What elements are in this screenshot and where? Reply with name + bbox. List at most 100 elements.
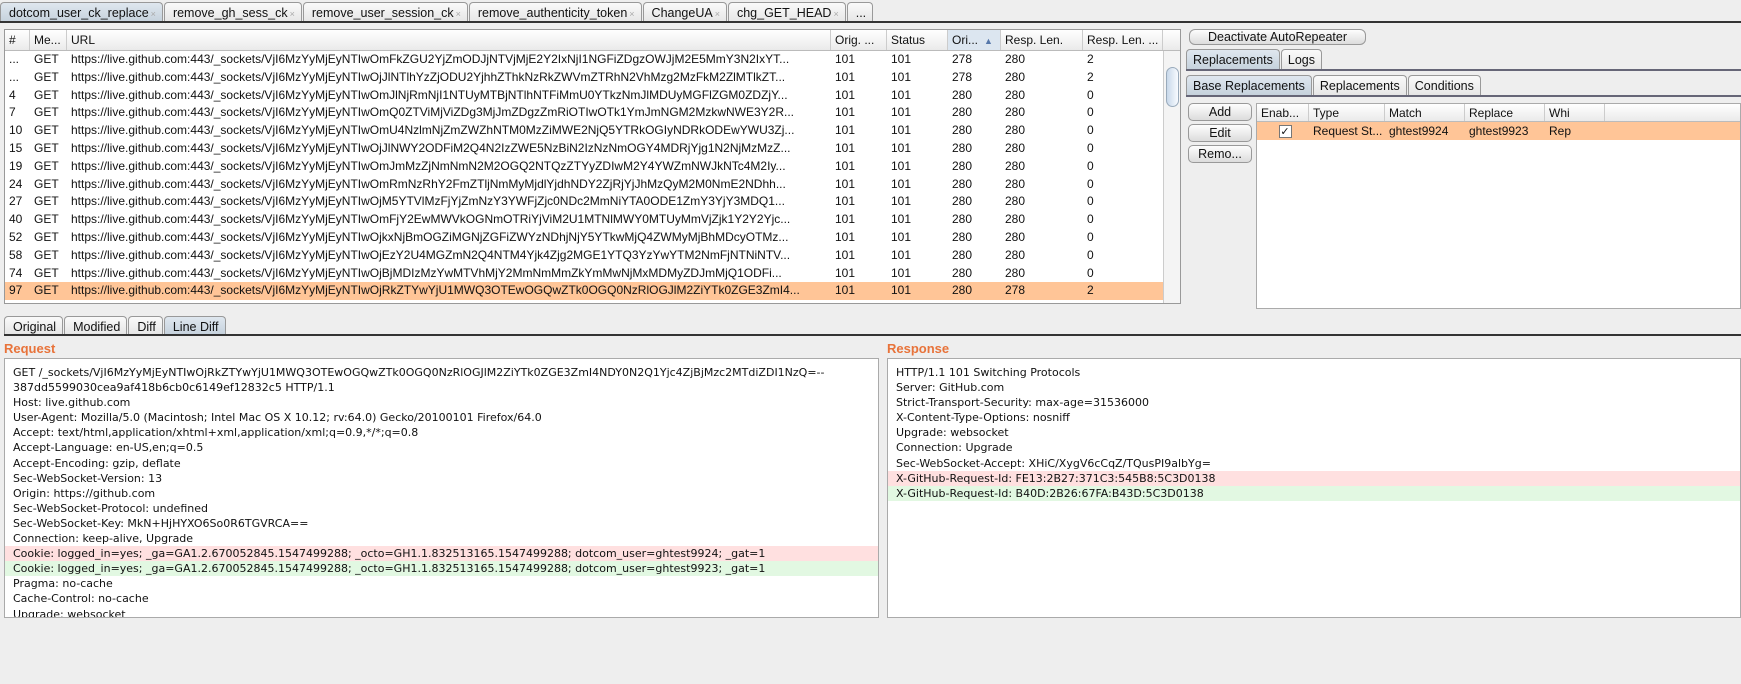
table-row[interactable]: 58 GET https://live.github.com:443/_socket… — [5, 247, 1180, 265]
column-header[interactable]: Orig. ... — [831, 30, 887, 50]
table-cell: 280 — [952, 247, 973, 262]
column-header-label: Ori... — [952, 33, 978, 47]
response-diff-pane[interactable]: HTTP/1.1 101 Switching Protocols Server: … — [887, 358, 1741, 618]
column-header[interactable]: Resp. Len. — [1001, 30, 1083, 50]
column-header[interactable]: Resp. Len. ... — [1083, 30, 1163, 50]
table-row[interactable]: 4 GET https://live.github.com:443/_sockets… — [5, 87, 1180, 105]
table-cell: https://live.github.com:443/_sockets/VjI… — [71, 229, 789, 244]
column-header[interactable]: Me... — [30, 30, 67, 50]
column-header[interactable]: Whi — [1545, 104, 1605, 121]
table-cell: GET — [34, 212, 59, 227]
table-cell: 280 — [948, 300, 1001, 303]
close-tab-icon[interactable]: × — [290, 9, 295, 19]
subtab-replacements[interactable]: Replacements — [1312, 75, 1407, 95]
request-line: Sec-WebSocket-Version: 13 — [13, 471, 163, 485]
tab-2[interactable]: remove_user_session_ck × — [302, 2, 468, 21]
tab-5[interactable]: chg_GET_HEAD × — [727, 2, 846, 21]
close-tab-icon[interactable]: × — [833, 9, 838, 19]
scrollbar-thumb[interactable] — [1166, 67, 1179, 107]
add-button[interactable]: Add — [1188, 103, 1252, 121]
table-row[interactable]: 27 GET https://live.github.com:443/_socket… — [5, 193, 1180, 211]
deactivate-autorepeater-button[interactable]: Deactivate AutoRepeater — [1189, 29, 1366, 45]
table-cell: 101 — [835, 69, 856, 84]
request-line: Accept-Encoding: gzip, deflate — [13, 456, 181, 470]
column-header[interactable]: Type — [1309, 104, 1385, 121]
tab-label: chg_GET_HEAD — [736, 6, 832, 20]
column-header[interactable]: Enab... — [1257, 104, 1309, 121]
replacement-which: Rep — [1549, 124, 1572, 138]
request-line: Pragma: no-cache — [13, 577, 113, 591]
tab-0[interactable]: dotcom_user_ck_replace × — [0, 2, 163, 21]
edit-button[interactable]: Edit — [1188, 124, 1252, 142]
close-tab-icon[interactable]: × — [151, 9, 156, 19]
table-cell: 280 — [1005, 69, 1026, 84]
column-header-label: URL — [71, 33, 96, 47]
table-cell: 280 — [952, 283, 973, 298]
table-row[interactable]: 10 GET https://live.github.com:443/_socket… — [5, 122, 1180, 140]
table-cell: 101 — [835, 265, 856, 280]
tab-4[interactable]: ChangeUA × — [642, 2, 727, 21]
table-row[interactable]: 15 GET https://live.github.com:443/_socket… — [5, 140, 1180, 158]
table-cell: GET — [34, 105, 59, 120]
tab-modified[interactable]: Modified — [64, 316, 128, 334]
tab-original[interactable]: Original — [4, 316, 64, 334]
column-header-label: Me... — [34, 33, 61, 47]
request-line: 387dd5599030cea9af418b6cb0c6149ef12832c5… — [13, 381, 335, 395]
table-cell: 101 — [835, 140, 856, 155]
close-tab-icon[interactable]: × — [629, 9, 634, 19]
table-cell: ... — [9, 69, 20, 84]
table-row[interactable]: 19 GET https://live.github.com:443/_socket… — [5, 158, 1180, 176]
tab-6[interactable]: ... — [846, 2, 874, 21]
table-cell: 101 — [891, 105, 912, 120]
table-cell: 280 — [952, 123, 973, 138]
table-cell: 19 — [9, 158, 23, 173]
column-header[interactable]: Status — [887, 30, 948, 50]
column-header[interactable]: # — [5, 30, 30, 50]
table-row[interactable]: 24 GET https://live.github.com:443/_socket… — [5, 176, 1180, 194]
table-cell: 52 — [9, 229, 23, 244]
column-header[interactable]: URL — [67, 30, 831, 50]
column-header[interactable]: Replace — [1465, 104, 1545, 121]
column-header[interactable]: Match — [1385, 104, 1465, 121]
close-tab-icon[interactable]: × — [456, 9, 461, 19]
tab-replacements[interactable]: Replacements — [1186, 49, 1280, 69]
table-cell: 10 — [9, 123, 23, 138]
response-line: Strict-Transport-Security: max-age=31536… — [896, 396, 1149, 410]
table-row[interactable]: 74 GET https://live.github.com:443/_socket… — [5, 265, 1180, 283]
subtab-conditions[interactable]: Conditions — [1407, 75, 1481, 95]
table-cell: 4 — [9, 87, 16, 102]
tab-1[interactable]: remove_gh_sess_ck × — [163, 2, 302, 21]
table-row[interactable]: ...GEThttps://live.github.com:443/_socke… — [5, 51, 1180, 69]
table-cell: 280 — [952, 194, 973, 209]
column-header-label: Resp. Len. — [1005, 33, 1064, 47]
table-cell: 101 — [835, 283, 856, 298]
table-cell: https://live.github.com:443/_sockets/VjI… — [71, 176, 786, 191]
table-row[interactable]: 97 GET https://live.github.com:443/_socket… — [5, 282, 1180, 301]
response-line: Server: GitHub.com — [896, 381, 1005, 395]
table-cell: 101 — [891, 69, 912, 84]
table-cell: 101 — [891, 140, 912, 155]
table-cell: 2 — [1087, 52, 1094, 66]
table-row[interactable]: 52 GET https://live.github.com:443/_socket… — [5, 229, 1180, 247]
tab-logs[interactable]: Logs — [1280, 49, 1323, 69]
column-header[interactable]: Ori... ▲ — [948, 30, 1001, 50]
tab-3[interactable]: remove_authenticity_token × — [468, 2, 642, 21]
remove-button[interactable]: Remo... — [1188, 145, 1252, 163]
table-row[interactable]: ...GEThttps://live.github.com:443/_socke… — [5, 69, 1180, 87]
tab-line-diff[interactable]: Line Diff — [163, 316, 226, 334]
table-row[interactable]: 7 GET https://live.github.com:443/_sockets… — [5, 104, 1180, 122]
table-scrollbar[interactable] — [1163, 51, 1180, 303]
tab-diff[interactable]: Diff — [128, 316, 163, 334]
table-cell: 101 — [835, 87, 856, 102]
table-row[interactable]: ...GEThttps://live.github.com:443/_socke… — [5, 300, 1180, 303]
table-row[interactable]: 40 GET https://live.github.com:443/_socket… — [5, 211, 1180, 229]
replacement-row[interactable]: ✓ Request St... ghtest9924 ghtest9923 Rep — [1257, 122, 1740, 140]
request-diff-pane[interactable]: GET /_sockets/VjI6MzYyMjEyNTIwOjRkZTYwYj… — [4, 358, 879, 618]
replacements-table: Enab... Type Match Replace Whi ✓ Request St..… — [1256, 103, 1741, 309]
table-cell: 58 — [9, 247, 23, 262]
close-tab-icon[interactable]: × — [715, 9, 720, 19]
table-cell: 280 — [1005, 176, 1026, 191]
autorepeater-panel: Deactivate AutoRepeater Replacements Logs… — [1186, 29, 1741, 309]
enabled-checkbox[interactable]: ✓ — [1278, 125, 1292, 138]
subtab-base-replacements[interactable]: Base Replacements — [1186, 75, 1312, 95]
